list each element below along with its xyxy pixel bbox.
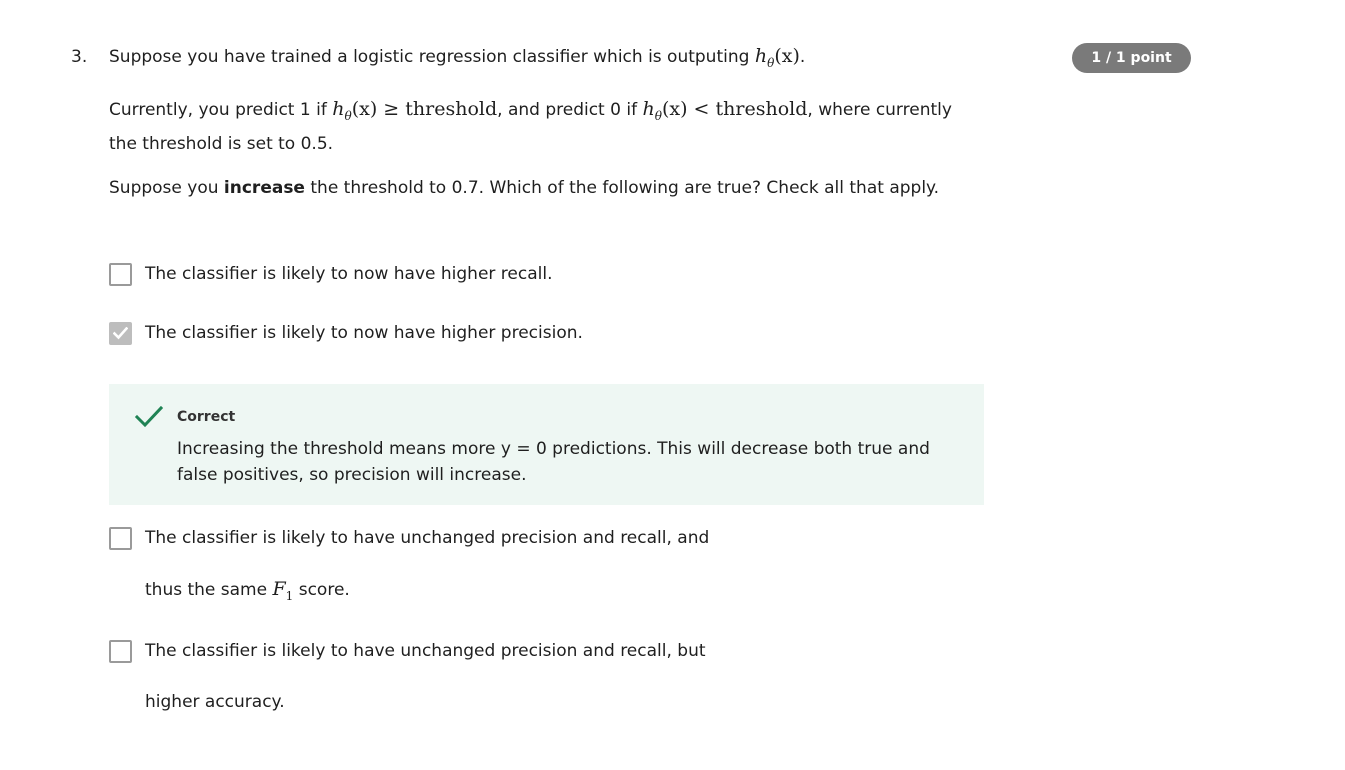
- feedback-label: Correct: [177, 409, 236, 425]
- predict-0-condition: hθ(x) < threshold: [642, 98, 808, 123]
- checkmark-icon: [113, 327, 128, 340]
- option-label-continued: higher accuracy.: [145, 692, 285, 712]
- question-number: 3.: [71, 47, 88, 67]
- f1-score-math: F1: [272, 578, 294, 603]
- hypothesis-math: hθ(x): [754, 45, 800, 70]
- feedback-panel: Correct Increasing the threshold means m…: [109, 384, 984, 505]
- question-prompt-line1: Suppose you have trained a logistic regr…: [109, 45, 806, 70]
- emphasis-increase: increase: [223, 178, 305, 198]
- option-label: The classifier is likely to have unchang…: [145, 641, 706, 661]
- prompt-text: Suppose you have trained a logistic regr…: [109, 47, 750, 67]
- checkbox-unchecked[interactable]: [109, 263, 132, 286]
- option-label: The classifier is likely to have unchang…: [145, 528, 710, 548]
- option-label-continued: thus the same F1 score.: [145, 578, 350, 603]
- feedback-text: Increasing the threshold means more y = …: [177, 439, 930, 485]
- checkbox-checked[interactable]: [109, 322, 132, 345]
- question-prompt-line3: Suppose you increase the threshold to 0.…: [109, 178, 940, 198]
- checkbox-unchecked[interactable]: [109, 640, 132, 663]
- checkbox-unchecked[interactable]: [109, 527, 132, 550]
- correct-check-icon: [135, 406, 163, 428]
- option-label: The classifier is likely to now have hig…: [145, 264, 553, 284]
- option-label: The classifier is likely to now have hig…: [145, 323, 583, 343]
- points-badge: 1 / 1 point: [1072, 43, 1191, 73]
- question-prompt-line2: Currently, you predict 1 if hθ(x) ≥ thre…: [109, 98, 952, 154]
- predict-1-condition: hθ(x) ≥ threshold: [332, 98, 498, 123]
